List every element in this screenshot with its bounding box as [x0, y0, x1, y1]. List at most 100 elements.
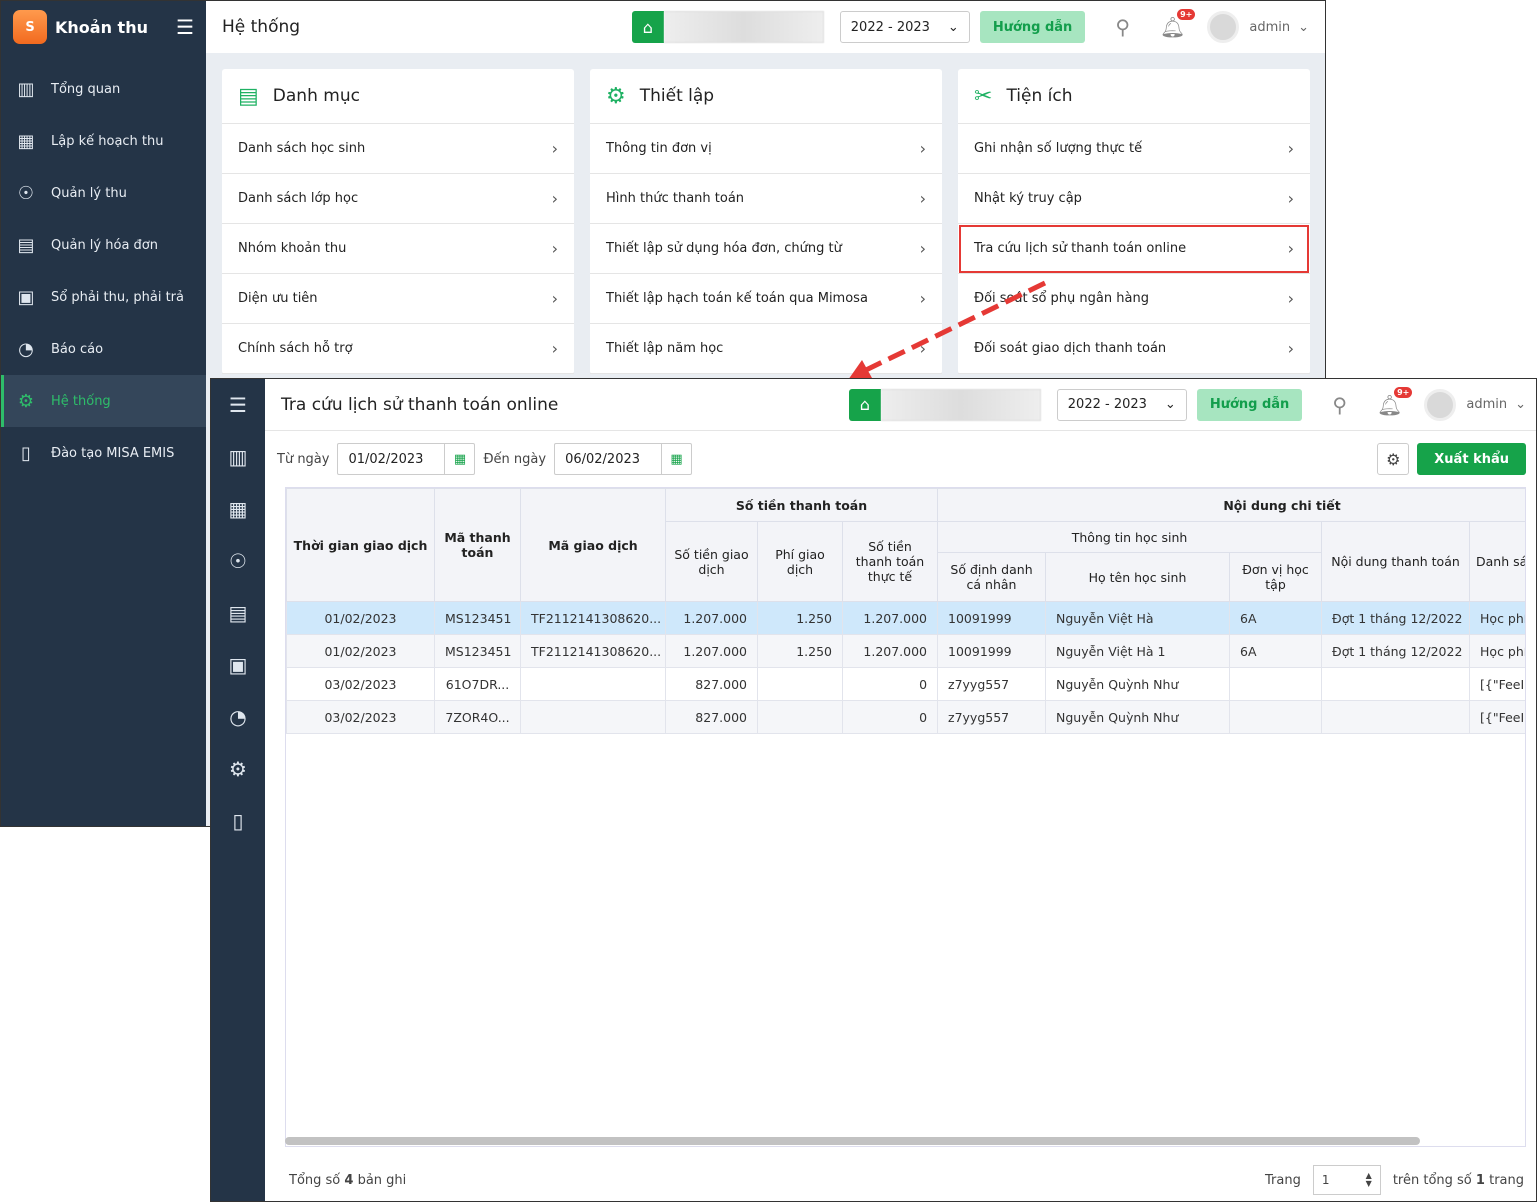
card-menu-item[interactable]: Chính sách hỗ trợ › — [222, 324, 574, 374]
menu-item-label: Chính sách hỗ trợ — [238, 341, 353, 356]
card-menu-item[interactable]: Thiết lập sử dụng hóa đơn, chứng từ › — [590, 224, 942, 274]
card-menu-item[interactable]: Diện ưu tiên › — [222, 274, 574, 324]
cell-actual: 1.207.000 — [841, 601, 939, 635]
page-input[interactable]: 1 ▲ ▼ — [1312, 1165, 1381, 1195]
cell-time: 03/02/2023 — [286, 667, 435, 701]
table-row[interactable]: 01/02/2023 MS123451 TF2112141308620... 1.20… — [286, 634, 1525, 668]
search-key-icon[interactable]: ⚲ — [1332, 393, 1347, 417]
user-name[interactable]: admin — [1249, 20, 1290, 35]
book-icon[interactable]: ▯ — [211, 795, 265, 847]
table-row[interactable]: 03/02/2023 7ZOR4O... 827.000 0 z7yyg557 Nguyễ… — [286, 700, 1525, 734]
card-menu-item[interactable]: Ghi nhận số lượng thực tế › — [958, 124, 1310, 174]
chevron-down-icon: ⌄ — [1164, 397, 1176, 412]
home-icon[interactable]: ⌂ — [631, 11, 664, 43]
guide-button[interactable]: Hướng dẫn — [1196, 388, 1303, 421]
calendar-icon[interactable]: ▦ — [661, 444, 691, 474]
from-date-input[interactable]: 01/02/2023 ▦ — [337, 443, 476, 475]
sidebar-item[interactable]: ▥ Tổng quan — [1, 63, 206, 115]
sidebar-item[interactable]: ▦ Lập kế hoạch thu — [1, 115, 206, 167]
menu-item-label: Tra cứu lịch sử thanh toán online — [974, 241, 1187, 256]
gear-icon: ⚙ — [606, 83, 626, 109]
sidebar-item[interactable]: ☉ Quản lý thu — [1, 167, 206, 219]
cell-name: Nguyễn Việt Hà 1 — [1045, 634, 1231, 668]
calendar-icon[interactable]: ▦ — [444, 444, 474, 474]
pie-icon[interactable]: ◔ — [211, 691, 265, 743]
avatar[interactable] — [1424, 388, 1457, 421]
calendar-icon[interactable]: ▦ — [211, 483, 265, 535]
total-count: 4 — [344, 1172, 354, 1188]
page-value: 1 — [1321, 1173, 1330, 1187]
cell-time: 03/02/2023 — [286, 700, 435, 734]
to-date-value: 06/02/2023 — [565, 451, 641, 467]
menu-item-label: Thông tin đơn vị — [606, 141, 712, 156]
sidebar-item[interactable]: ▯ Đào tạo MISA EMIS — [1, 427, 206, 479]
page-title: Hệ thống — [222, 17, 301, 37]
table-row[interactable]: 03/02/2023 61O7DR... 827.000 0 z7yyg557 Nguyễ… — [286, 667, 1525, 701]
sidebar-item-label: Đào tạo MISA EMIS — [51, 445, 175, 461]
sidebar-item[interactable]: ◔ Báo cáo — [1, 323, 206, 375]
bell-icon[interactable]: 🔔︎ 9+ — [1160, 9, 1196, 39]
chart-icon[interactable]: ▥ — [211, 431, 265, 483]
cell-id: 10091999 — [937, 634, 1047, 668]
card-header: ▤ Danh mục — [222, 69, 574, 124]
cell-actual: 1.207.000 — [841, 634, 939, 668]
card-2: ✂ Tiện ích Ghi nhận số lượng thực tế › Nhật … — [958, 69, 1310, 374]
search-key-icon[interactable]: ⚲ — [1115, 15, 1130, 39]
chevron-right-icon: › — [919, 289, 926, 308]
export-button[interactable]: Xuất khẩu — [1417, 443, 1526, 475]
settings-gear-button[interactable]: ⚙ — [1377, 443, 1410, 475]
sidebar-item-label: Sổ phải thu, phải trả — [51, 289, 184, 305]
unit-selector[interactable] — [880, 388, 1041, 421]
horizontal-scrollbar[interactable] — [285, 1137, 1420, 1145]
money-hand-icon: ☉ — [17, 182, 35, 204]
card-menu-item[interactable]: Thiết lập hạch toán kế toán qua Mimosa › — [590, 274, 942, 324]
home-icon[interactable]: ⌂ — [848, 388, 881, 421]
sidebar-item[interactable]: ▣ Sổ phải thu, phải trả — [1, 271, 206, 323]
bell-icon[interactable]: 🔔︎ 9+ — [1377, 386, 1413, 417]
guide-button[interactable]: Hướng dẫn — [979, 11, 1086, 43]
cell-list: [{"FeeID — [1469, 700, 1525, 734]
table-footer: Tổng số 4 bản ghi Trang 1 ▲ ▼ trên tổng số… — [289, 1165, 1524, 1195]
menu-icon[interactable]: ☰ — [211, 379, 265, 431]
card-menu-item[interactable]: Đối soát sổ phụ ngân hàng › — [958, 274, 1310, 324]
avatar[interactable] — [1207, 11, 1240, 43]
pie-icon: ◔ — [18, 338, 34, 360]
card-menu-item[interactable]: Thiết lập năm học › — [590, 324, 942, 374]
card-menu-item[interactable]: Thông tin đơn vị › — [590, 124, 942, 174]
card-menu-item[interactable]: Đối soát giao dịch thanh toán › — [958, 324, 1310, 374]
table-row[interactable]: 01/02/2023 MS123451 TF2112141308620... 1.20… — [286, 601, 1525, 635]
chevron-right-icon: › — [551, 139, 558, 158]
chevron-down-icon[interactable]: ⌄ — [1515, 397, 1526, 412]
header-name: Họ tên học sinh — [1045, 552, 1231, 602]
chevron-down-icon[interactable]: ⌄ — [1298, 20, 1309, 35]
year-select[interactable]: 2022 - 2023 ⌄ — [1056, 388, 1187, 421]
header-tx-code: Mã giao dịch — [520, 488, 666, 602]
chevron-right-icon: › — [1287, 239, 1294, 258]
menu-item-label: Đối soát giao dịch thanh toán — [974, 341, 1167, 356]
card-menu-item[interactable]: Nhật ký truy cập › — [958, 174, 1310, 224]
invoice-icon[interactable]: ▤ — [211, 587, 265, 639]
cell-unit — [1229, 700, 1323, 734]
money-hand-icon[interactable]: ☉ — [211, 535, 265, 587]
user-name[interactable]: admin — [1466, 397, 1507, 412]
sidebar-item-label: Tổng quan — [51, 81, 121, 97]
card-menu-item[interactable]: Tra cứu lịch sử thanh toán online › — [958, 224, 1310, 274]
cell-unit: 6A — [1229, 634, 1323, 668]
folder-list-icon: ▤ — [238, 83, 259, 109]
to-date-input[interactable]: 06/02/2023 ▦ — [554, 443, 693, 475]
cell-list: [{"FeeID — [1469, 667, 1525, 701]
cell-amount: 1.207.000 — [665, 634, 758, 668]
card-menu-item[interactable]: Nhóm khoản thu › — [222, 224, 574, 274]
card-menu-item[interactable]: Hình thức thanh toán › — [590, 174, 942, 224]
spinner-icon[interactable]: ▲ ▼ — [1366, 1172, 1372, 1188]
ledger-icon[interactable]: ▣ — [211, 639, 265, 691]
year-select[interactable]: 2022 - 2023 ⌄ — [839, 11, 970, 43]
unit-selector[interactable] — [663, 11, 824, 43]
card-menu-item[interactable]: Danh sách lớp học › — [222, 174, 574, 224]
menu-icon[interactable]: ☰ — [176, 15, 194, 39]
card-menu-item[interactable]: Danh sách học sinh › — [222, 124, 574, 174]
payment-history-window: ☰ ▥ ▦ ☉ ▤ ▣ ◔ ⚙ ▯ Tra cứu lịch sử thanh … — [210, 378, 1537, 1202]
sidebar-item[interactable]: ▤ Quản lý hóa đơn — [1, 219, 206, 271]
gear-icon[interactable]: ⚙ — [211, 743, 265, 795]
sidebar-item[interactable]: ⚙ Hệ thống — [1, 375, 206, 427]
